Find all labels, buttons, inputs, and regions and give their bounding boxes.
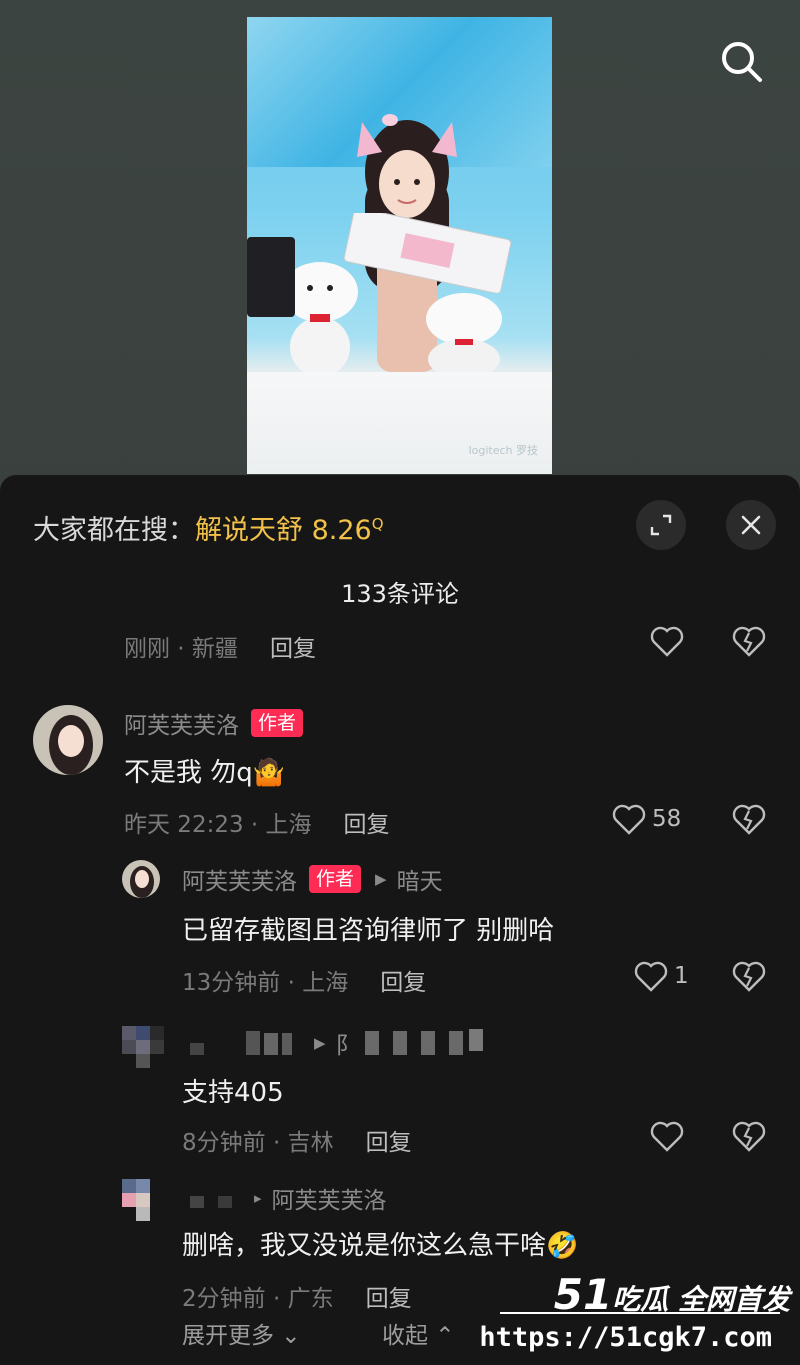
broken-heart-icon (732, 961, 766, 992)
comment-time-location: 2分钟前 · 广东 (182, 1286, 334, 1312)
pixelated-name (190, 1196, 232, 1208)
expand-more-label: 展开更多 (182, 1323, 274, 1349)
comment-username-pixelated[interactable]: ▶ 阝 (190, 1026, 485, 1060)
keyboard-dark-prop (247, 237, 295, 317)
comment-text: 删啥，我又没说是你这么急干啥🤣 (182, 1231, 579, 1261)
plush-right (426, 293, 502, 377)
comment-count: 133条评论 (341, 580, 459, 608)
comment-meta: 刚刚 · 新疆 回复 (124, 629, 316, 663)
expand-button[interactable] (636, 500, 686, 550)
panel-header: 大家都在搜：解说天舒 8.26Q 133条评论 (0, 475, 800, 608)
heart-icon (650, 1121, 684, 1152)
username-text[interactable]: 阿芙芙芙洛 (182, 862, 297, 896)
author-badge: 作者 (309, 865, 362, 893)
reply-button[interactable]: 回复 (380, 963, 426, 997)
like-button[interactable] (650, 625, 684, 657)
dislike-button[interactable] (732, 625, 766, 661)
comment-meta: 8分钟前 · 吉林 回复 (182, 1123, 412, 1157)
dislike-button[interactable] (732, 803, 766, 839)
expand-more-button[interactable]: 展开更多 ⌄ (182, 1316, 301, 1350)
site-watermark: 51吃瓜 全网首发 https://51cgk7.com (479, 1270, 800, 1365)
expand-icon (650, 514, 672, 536)
comment-username-pixelated[interactable]: ▸ 阿芙芙芙洛 (190, 1181, 387, 1215)
comment-item: ▶ 阝 支持405 8分钟前 · 吉林 回复 (0, 1020, 800, 1160)
comment-meta: 2分钟前 · 广东 回复 (182, 1279, 412, 1313)
comment-item: 阿芙芙芙洛 作者 不是我 勿q🤷 昨天 22:23 · 上海 回复 58 (0, 700, 800, 840)
heart-icon (612, 804, 646, 835)
hot-search-q-icon: Q (371, 515, 384, 533)
avatar-pixelated[interactable] (122, 1026, 164, 1068)
watermark-divider (500, 1312, 780, 1314)
comment-item: 阿芙芙芙洛 作者 ▶ 暗天 已留存截图且咨询律师了 别删哈 13分钟前 · 上海… (0, 858, 800, 998)
comment-item: 刚刚 · 新疆 回复 (0, 625, 800, 670)
dislike-button[interactable] (732, 960, 766, 996)
collapse-button[interactable]: 收起 ⌃ (382, 1316, 455, 1350)
comment-time-location: 刚刚 · 新疆 (124, 636, 238, 662)
reply-button[interactable]: 回复 (366, 1123, 412, 1157)
dislike-button[interactable] (732, 1120, 766, 1156)
heart-icon (650, 626, 684, 657)
reply-to-username[interactable]: 暗天 (397, 862, 443, 896)
broken-heart-icon (732, 1121, 766, 1152)
avatar[interactable] (33, 705, 103, 775)
avatar[interactable] (122, 860, 160, 898)
comment-text: 不是我 勿q🤷 (124, 758, 286, 788)
close-icon (741, 515, 761, 535)
broken-heart-icon (732, 626, 766, 657)
close-button[interactable] (726, 500, 776, 550)
reply-button[interactable]: 回复 (344, 805, 390, 839)
reply-to-username[interactable]: 阿芙芙芙洛 (272, 1181, 387, 1215)
broken-heart-icon (732, 804, 766, 835)
like-count: 1 (674, 963, 689, 989)
comment-username[interactable]: 阿芙芙芙洛 作者 (124, 706, 304, 740)
video-desk (247, 372, 552, 474)
hot-search-bar[interactable]: 大家都在搜：解说天舒 8.26Q (33, 508, 384, 547)
reply-button[interactable]: 回复 (270, 629, 316, 663)
video-thumbnail[interactable]: logitech 罗技 (247, 17, 552, 474)
comment-time-location: 昨天 22:23 · 上海 (124, 812, 312, 838)
username-text[interactable]: 阿芙芙芙洛 (124, 706, 239, 740)
author-badge: 作者 (251, 709, 304, 737)
like-button[interactable]: 1 (634, 960, 689, 992)
comment-time-location: 13分钟前 · 上海 (182, 970, 349, 996)
video-watermark: logitech 罗技 (468, 444, 538, 457)
like-count: 58 (652, 806, 682, 832)
keyboard-prop (343, 213, 512, 293)
pixelated-name (190, 1031, 292, 1055)
hot-search-prefix: 大家都在搜： (33, 515, 195, 546)
reply-arrow-icon: ▸ (254, 1189, 262, 1207)
hot-search-keyword[interactable]: 解说天舒 8.26 (195, 515, 372, 546)
search-icon[interactable] (716, 36, 768, 88)
comments-panel: 大家都在搜：解说天舒 8.26Q 133条评论 刚刚 · 新疆 回复 阿芙芙芙洛… (0, 475, 800, 1365)
reply-arrow-icon: ▶ (314, 1034, 326, 1052)
heart-icon (634, 961, 668, 992)
pixelated-reply-name (364, 1029, 483, 1055)
comment-username[interactable]: 阿芙芙芙洛 作者 ▶ 暗天 (182, 862, 443, 896)
comment-text: 支持405 (182, 1078, 284, 1108)
reply-arrow-icon: ▶ (375, 870, 387, 888)
like-button[interactable] (650, 1120, 684, 1152)
comment-meta: 13分钟前 · 上海 回复 (182, 963, 426, 997)
comment-text: 已留存截图且咨询律师了 别删哈 (182, 916, 555, 946)
avatar-pixelated[interactable] (122, 1179, 164, 1221)
site-url: https://51cgk7.com (479, 1322, 772, 1353)
comment-time-location: 8分钟前 · 吉林 (182, 1130, 334, 1156)
collapse-label: 收起 (382, 1323, 428, 1349)
reply-button[interactable]: 回复 (366, 1279, 412, 1313)
like-button[interactable]: 58 (612, 803, 681, 835)
comment-meta: 昨天 22:23 · 上海 回复 (124, 805, 390, 839)
reply-to-username-partial[interactable]: 阝 (336, 1026, 359, 1060)
